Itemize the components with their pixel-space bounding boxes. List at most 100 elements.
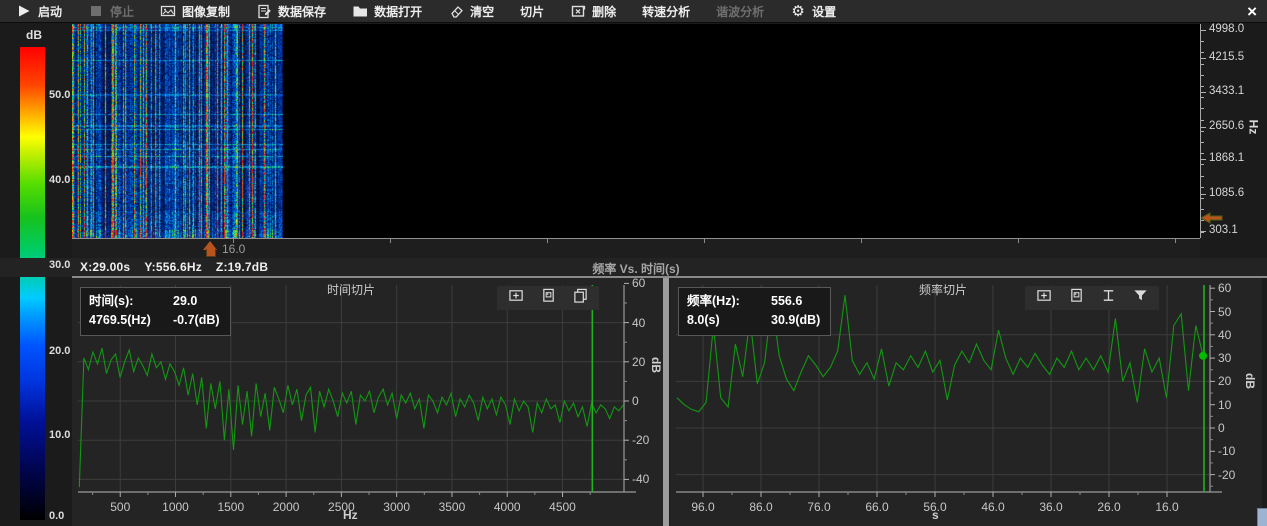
freq-slice-y-tick-label: -20 — [1218, 468, 1235, 482]
frequency-tick-label: 1085.6 — [1209, 187, 1244, 199]
freq-slice-copy-image-button[interactable] — [1067, 290, 1085, 306]
colorbar-tick-label: 10.0 — [49, 429, 70, 441]
spectrogram-plot[interactable] — [72, 24, 1201, 238]
time-slice-x-tick-label: 500 — [110, 500, 130, 514]
freq-slice-zoom-add-button[interactable] — [1035, 290, 1053, 306]
gear-icon: ⚙ — [790, 4, 806, 19]
toolbar-button-3[interactable]: 图像复制 — [160, 3, 230, 20]
toolbar-button-label: 谐波分析 — [716, 3, 764, 20]
freq-slice-y-tick-label: 40 — [1218, 328, 1231, 342]
axis-minor-tick — [1201, 75, 1204, 76]
freq-slice-marker-button[interactable] — [1099, 290, 1117, 306]
time-slice-x-tick-label: 4500 — [549, 500, 576, 514]
spectrogram-title: 频率 Vs. 时间(s) — [72, 260, 1200, 277]
colorbar-tick-label: 30.0 — [49, 259, 70, 271]
frequency-tick-label: 3433.1 — [1209, 85, 1244, 97]
axis-tick — [233, 239, 234, 243]
time-slice-panel: 时间切片 时间(s):29.0 4769.5(Hz)-0.7(dB) Hz dB… — [72, 278, 664, 526]
axis-tick — [1201, 92, 1206, 93]
time-slice-zoom-add-button[interactable] — [507, 290, 525, 306]
info-label: 频率(Hz): — [687, 292, 771, 311]
axis-minor-tick — [1201, 142, 1204, 143]
axis-minor-tick — [1201, 108, 1204, 109]
time-slice-x-tick-label: 3000 — [383, 500, 410, 514]
toolbar-button-6[interactable]: 清空 — [448, 3, 494, 20]
axis-minor-tick — [1201, 232, 1204, 233]
resize-grip[interactable] — [1257, 508, 1267, 526]
axis-minor-tick — [1201, 131, 1204, 132]
time-slice-info-box: 时间(s):29.0 4769.5(Hz)-0.7(dB) — [80, 287, 231, 336]
colorbar-tick-label: 0.0 — [49, 510, 64, 522]
stop-icon — [88, 4, 104, 19]
image-copy-icon — [160, 4, 176, 19]
toolbar-button-5[interactable]: 数据打开 — [352, 3, 422, 20]
time-slice-copy-image-button[interactable] — [539, 290, 557, 306]
axis-minor-tick — [1201, 164, 1204, 165]
toolbar-button-11[interactable]: ⚙设置 — [790, 3, 836, 20]
freq-slice-y-tick-label: 20 — [1218, 374, 1231, 388]
freq-slice-ylabel: dB — [1243, 373, 1257, 389]
colorbar-tick-label: 40.0 — [49, 174, 70, 186]
toolbar-button-label: 数据打开 — [374, 3, 422, 20]
axis-minor-tick — [1201, 153, 1204, 154]
freq-slice-x-tick-label: 76.0 — [807, 500, 830, 514]
toolbar-button-1[interactable]: 启动 — [16, 3, 62, 20]
axis-tick — [1201, 159, 1206, 160]
frequency-tick-label: 4215.5 — [1209, 51, 1244, 63]
axis-minor-tick — [1201, 30, 1204, 31]
freq-slice-x-tick-label: 36.0 — [1039, 500, 1062, 514]
toolbar-button-label: 删除 — [592, 3, 616, 20]
toolbar-button-9[interactable]: 转速分析 — [642, 3, 690, 20]
axis-tick — [547, 239, 548, 243]
axis-minor-tick — [1201, 52, 1204, 53]
play-icon — [16, 4, 32, 19]
toolbar-button-10: 谐波分析 — [716, 3, 764, 20]
zoom-add-icon — [508, 288, 525, 308]
close-button[interactable]: × — [1247, 1, 1257, 22]
time-slice-y-tick-label: -20 — [632, 433, 649, 447]
time-slice-y-tick-label: 20 — [632, 355, 645, 369]
time-marker-arrow-tail[interactable] — [206, 249, 216, 257]
time-slice-toolbar — [497, 286, 599, 310]
time-marker-label: 16.0 — [222, 242, 245, 256]
axis-tick — [1018, 239, 1019, 243]
freq-slice-x-tick-label: 16.0 — [1155, 500, 1178, 514]
freq-slice-x-tick-label: 56.0 — [923, 500, 946, 514]
time-slice-y-tick-label: 60 — [632, 278, 645, 290]
axis-minor-tick — [1201, 220, 1204, 221]
toolbar-button-label: 停止 — [110, 3, 134, 20]
spectrogram-image[interactable] — [72, 24, 283, 238]
colorbar-db-label: dB — [26, 28, 42, 42]
current-value-marker — [1199, 352, 1207, 360]
toolbar-button-4[interactable]: 数据保存 — [256, 3, 326, 20]
freq-slice-x-tick-label: 46.0 — [981, 500, 1004, 514]
info-value: -0.7(dB) — [173, 313, 220, 327]
delete-icon — [570, 4, 586, 19]
time-slice-y-tick-label: 40 — [632, 316, 645, 330]
clear-icon — [448, 4, 464, 19]
toolbar-button-7[interactable]: 切片 — [520, 3, 544, 20]
freq-slice-panel: 频率切片 频率(Hz):556.6 8.0(s)30.9(dB) s dB 60… — [670, 278, 1262, 526]
freq-slice-y-tick-label: 10 — [1218, 398, 1231, 412]
axis-tick — [1201, 127, 1206, 128]
axis-tick — [1175, 239, 1176, 243]
spectrogram-time-axis: 16.0 — [72, 238, 1200, 259]
time-slice-copy-pages-button[interactable] — [571, 290, 589, 306]
toolbar-button-label: 启动 — [38, 3, 62, 20]
time-slice-x-tick-label: 2000 — [273, 500, 300, 514]
axis-tick — [390, 239, 391, 243]
info-value: 556.6 — [771, 294, 802, 308]
time-slice-y-tick-label: 0 — [632, 394, 639, 408]
freq-slice-y-tick-label: 60 — [1218, 281, 1231, 295]
axis-tick — [1201, 58, 1206, 59]
info-label: 4769.5(Hz) — [89, 311, 173, 330]
panel-splitter[interactable] — [663, 278, 669, 526]
frequency-marker-arrow[interactable] — [1201, 211, 1223, 223]
copy-image-icon — [540, 288, 557, 308]
freq-slice-filter-button[interactable] — [1131, 290, 1149, 306]
main-toolbar: 启动 停止 图像复制 数据保存 数据打开 清空 切片 删除 转速分析 谐波分析 ⚙设置 — [0, 0, 1267, 23]
toolbar-button-8[interactable]: 删除 — [570, 3, 616, 20]
toolbar-button-label: 清空 — [470, 3, 494, 20]
axis-minor-tick — [1201, 209, 1204, 210]
time-slice-x-tick-label: 1000 — [162, 500, 189, 514]
